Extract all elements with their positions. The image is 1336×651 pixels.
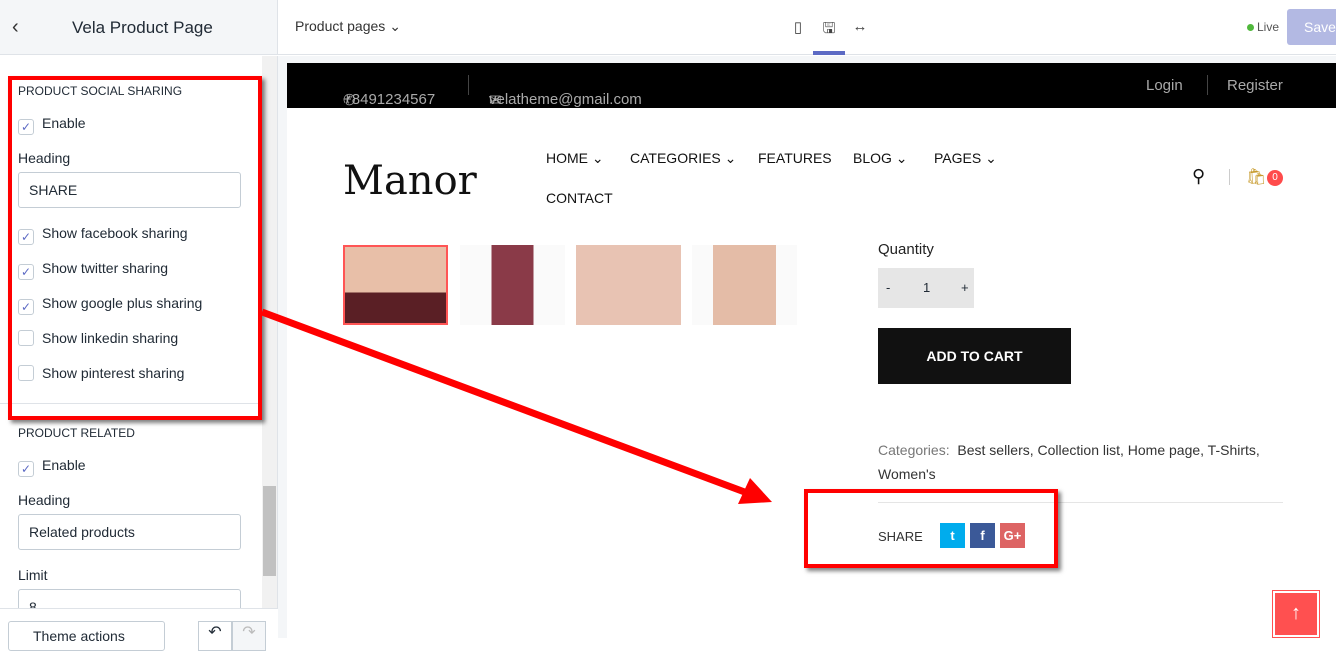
- arrow-shaft: [260, 308, 752, 498]
- annotation-arrow: [260, 308, 772, 504]
